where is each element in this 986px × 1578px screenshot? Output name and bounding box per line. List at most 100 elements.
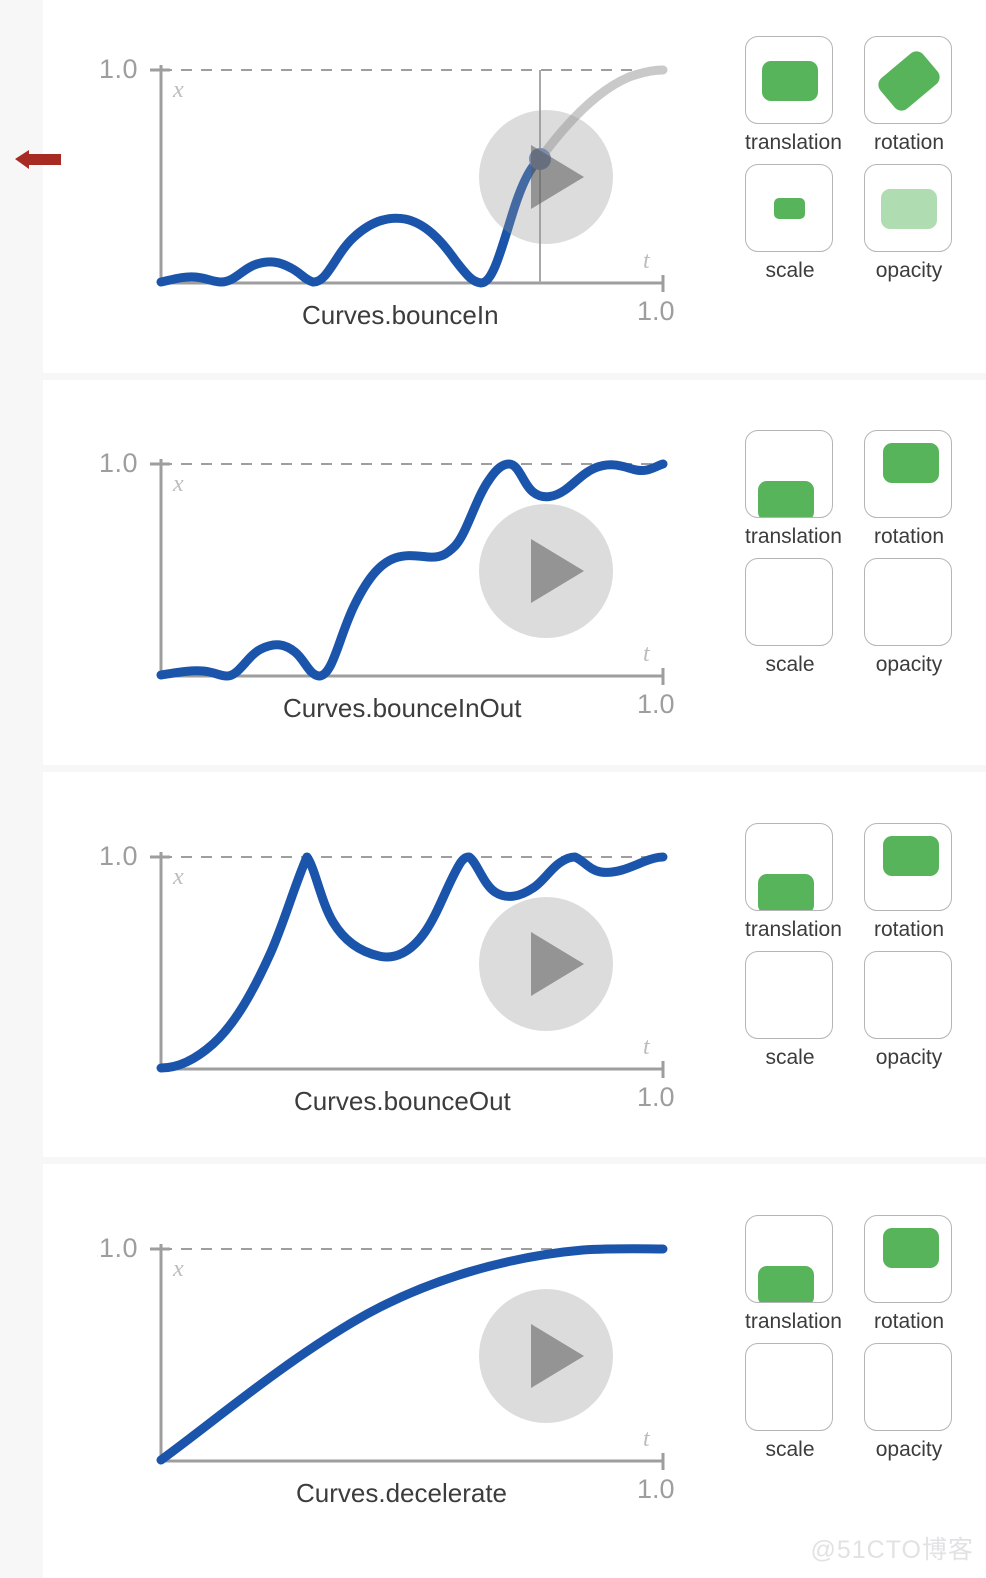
x-axis-variable: t bbox=[643, 248, 650, 274]
y-axis-variable: x bbox=[173, 471, 184, 497]
curve-panel-bounceIn: 1.0 x t 1.0 Curves.bounceIn translation … bbox=[15, 0, 986, 373]
y-max-label: 1.0 bbox=[99, 841, 139, 871]
curve-panel-decelerate: 1.0 x t 1.0 Curves.decelerate translatio… bbox=[43, 1164, 986, 1578]
curves-gallery-app: 1.0 x t 1.0 Curves.bounceIn translation … bbox=[0, 0, 986, 1578]
green-swatch-translation bbox=[758, 874, 814, 910]
curve-title: Curves.bounceOut bbox=[294, 1086, 511, 1116]
card-label-scale: scale bbox=[765, 1438, 815, 1461]
x-axis-variable: t bbox=[643, 1426, 650, 1452]
card-scale[interactable]: scale bbox=[745, 951, 835, 1079]
card-box-translation bbox=[745, 1215, 833, 1303]
play-triangle-icon bbox=[530, 539, 584, 603]
curve-title: Curves.decelerate bbox=[296, 1478, 507, 1508]
card-label-opacity: opacity bbox=[875, 1046, 943, 1069]
card-opacity[interactable]: opacity bbox=[864, 558, 954, 686]
card-rotation[interactable]: rotation bbox=[864, 823, 954, 951]
card-label-translation: translation bbox=[745, 918, 842, 941]
card-scale[interactable]: scale bbox=[745, 558, 835, 686]
x-max-label: 1.0 bbox=[637, 1082, 675, 1112]
card-label-rotation: rotation bbox=[873, 131, 945, 154]
curve-title: Curves.bounceIn bbox=[302, 300, 499, 330]
card-box-translation bbox=[745, 430, 833, 518]
green-swatch-scale bbox=[774, 198, 805, 219]
y-axis-variable: x bbox=[173, 77, 184, 103]
y-axis-variable: x bbox=[173, 864, 184, 890]
play-button[interactable] bbox=[479, 897, 613, 1031]
green-swatch-translation bbox=[758, 1266, 814, 1302]
card-label-rotation: rotation bbox=[873, 525, 945, 548]
card-box-scale bbox=[745, 951, 833, 1039]
card-label-translation: translation bbox=[745, 131, 842, 154]
chart-bounceOut: 1.0 x t 1.0 Curves.bounceOut bbox=[43, 772, 693, 1157]
curve-panel-bounceInOut: 1.0 x t 1.0 Curves.bounceInOut translati… bbox=[43, 380, 986, 765]
card-scale[interactable]: scale bbox=[745, 1343, 835, 1471]
property-cards-bounceInOut: translation rotation scale opacity bbox=[693, 380, 986, 765]
chart-decelerate: 1.0 x t 1.0 Curves.decelerate bbox=[43, 1164, 693, 1578]
card-box-opacity bbox=[864, 951, 952, 1039]
card-box-rotation bbox=[864, 430, 952, 518]
chart-bounceIn: 1.0 x t 1.0 Curves.bounceIn bbox=[43, 0, 693, 373]
card-rotation[interactable]: rotation bbox=[864, 36, 954, 164]
card-box-scale bbox=[745, 558, 833, 646]
play-button[interactable] bbox=[479, 504, 613, 638]
card-label-opacity: opacity bbox=[875, 653, 943, 676]
x-max-label: 1.0 bbox=[637, 689, 675, 719]
y-axis-variable: x bbox=[173, 1256, 184, 1282]
green-swatch-rotation bbox=[883, 1228, 939, 1268]
card-box-rotation bbox=[864, 823, 952, 911]
green-swatch-opacity bbox=[881, 189, 937, 229]
play-button[interactable] bbox=[479, 1289, 613, 1423]
card-rotation[interactable]: rotation bbox=[864, 430, 954, 558]
green-swatch-translation bbox=[758, 481, 814, 517]
x-axis-variable: t bbox=[643, 641, 650, 667]
y-max-label: 1.0 bbox=[99, 448, 139, 478]
card-opacity[interactable]: opacity bbox=[864, 951, 954, 1079]
card-translation[interactable]: translation bbox=[745, 430, 842, 558]
chart-bounceInOut: 1.0 x t 1.0 Curves.bounceInOut bbox=[43, 380, 693, 765]
card-box-opacity bbox=[864, 558, 952, 646]
play-triangle-icon bbox=[530, 145, 584, 209]
green-swatch-rotation bbox=[883, 836, 939, 876]
watermark-text: @51CTO博客 bbox=[810, 1536, 974, 1564]
card-box-rotation bbox=[864, 1215, 952, 1303]
card-label-translation: translation bbox=[745, 525, 842, 548]
x-axis-variable: t bbox=[643, 1034, 650, 1060]
card-translation[interactable]: translation bbox=[745, 36, 842, 164]
card-label-scale: scale bbox=[765, 259, 815, 282]
green-swatch-rotation bbox=[874, 47, 944, 115]
pointer-arrow-icon bbox=[15, 150, 61, 169]
green-swatch-rotation bbox=[883, 443, 939, 483]
card-label-opacity: opacity bbox=[875, 259, 943, 282]
card-label-scale: scale bbox=[765, 1046, 815, 1069]
play-triangle-icon bbox=[530, 932, 584, 996]
x-max-label: 1.0 bbox=[637, 296, 675, 326]
card-label-rotation: rotation bbox=[873, 918, 945, 941]
property-cards-bounceOut: translation rotation scale opacity bbox=[693, 772, 986, 1157]
card-box-rotation bbox=[864, 36, 952, 124]
property-cards-bounceIn: translation rotation scale opacity bbox=[693, 0, 986, 373]
card-translation[interactable]: translation bbox=[745, 1215, 842, 1343]
card-translation[interactable]: translation bbox=[745, 823, 842, 951]
y-max-label: 1.0 bbox=[99, 1233, 139, 1263]
card-opacity[interactable]: opacity bbox=[864, 164, 954, 292]
card-box-translation bbox=[745, 823, 833, 911]
card-box-opacity bbox=[864, 1343, 952, 1431]
play-button[interactable] bbox=[479, 110, 613, 244]
curve-panel-bounceOut: 1.0 x t 1.0 Curves.bounceOut translation bbox=[43, 772, 986, 1157]
card-opacity[interactable]: opacity bbox=[864, 1343, 954, 1471]
card-label-opacity: opacity bbox=[875, 1438, 943, 1461]
card-box-scale bbox=[745, 1343, 833, 1431]
card-box-opacity bbox=[864, 164, 952, 252]
play-triangle-icon bbox=[530, 1324, 584, 1388]
card-box-scale bbox=[745, 164, 833, 252]
card-label-translation: translation bbox=[745, 1310, 842, 1333]
card-label-rotation: rotation bbox=[873, 1310, 945, 1333]
x-max-label: 1.0 bbox=[637, 1474, 675, 1504]
curve-title: Curves.bounceInOut bbox=[283, 693, 522, 723]
card-label-scale: scale bbox=[765, 653, 815, 676]
y-max-label: 1.0 bbox=[99, 54, 139, 84]
green-swatch-translation bbox=[762, 61, 818, 101]
card-scale[interactable]: scale bbox=[745, 164, 835, 292]
card-rotation[interactable]: rotation bbox=[864, 1215, 954, 1343]
property-cards-decelerate: translation rotation scale opacity bbox=[693, 1164, 986, 1578]
